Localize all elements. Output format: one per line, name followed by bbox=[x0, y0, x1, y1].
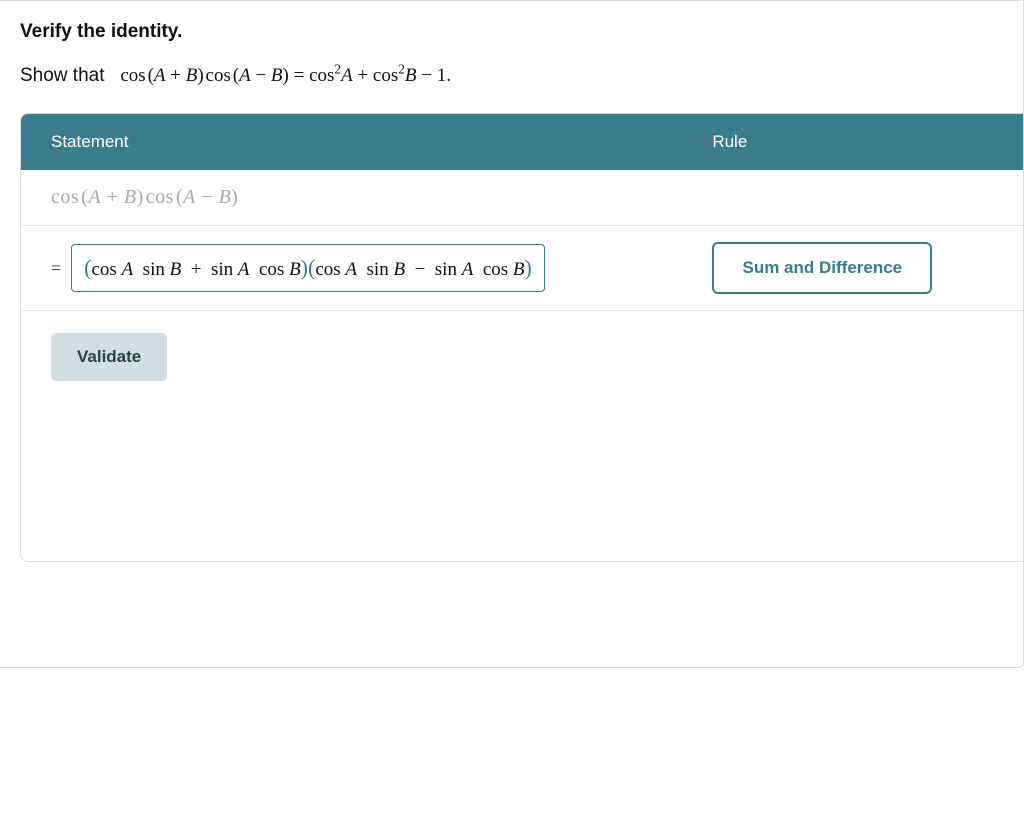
instruction-prefix: Show that bbox=[20, 65, 105, 86]
table-header-row: Statement Rule bbox=[21, 114, 1023, 170]
expression-input[interactable]: (cos A sin B + sin A cos B)(cos A sin B … bbox=[71, 244, 545, 292]
instruction-heading: Verify the identity. bbox=[20, 21, 1023, 43]
proof-box: Statement Rule cos(A + B)cos(A − B) bbox=[20, 113, 1023, 562]
rule-select[interactable]: Sum and Difference bbox=[712, 242, 932, 294]
given-row: cos(A + B)cos(A − B) bbox=[21, 170, 1023, 226]
step-row: = (cos A sin B + sin A cos B)(cos A sin … bbox=[21, 226, 1023, 311]
step-statement-cell: = (cos A sin B + sin A cos B)(cos A sin … bbox=[51, 244, 662, 292]
col-header-rule: Rule bbox=[682, 114, 1023, 170]
col-header-statement: Statement bbox=[21, 114, 682, 170]
target-identity: cos(A + B)cos(A − B) = cos2A + cos2B − 1… bbox=[120, 65, 451, 86]
validate-row: Validate bbox=[21, 311, 1023, 562]
validate-button[interactable]: Validate bbox=[51, 333, 167, 381]
equals-sign: = bbox=[51, 258, 61, 279]
instruction-line: Show that cos(A + B)cos(A − B) = cos2A +… bbox=[20, 61, 1023, 91]
given-expression: cos(A + B)cos(A − B) bbox=[51, 186, 238, 208]
problem-container: Verify the identity. Show that cos(A + B… bbox=[0, 0, 1024, 668]
proof-table: Statement Rule cos(A + B)cos(A − B) bbox=[21, 114, 1023, 561]
